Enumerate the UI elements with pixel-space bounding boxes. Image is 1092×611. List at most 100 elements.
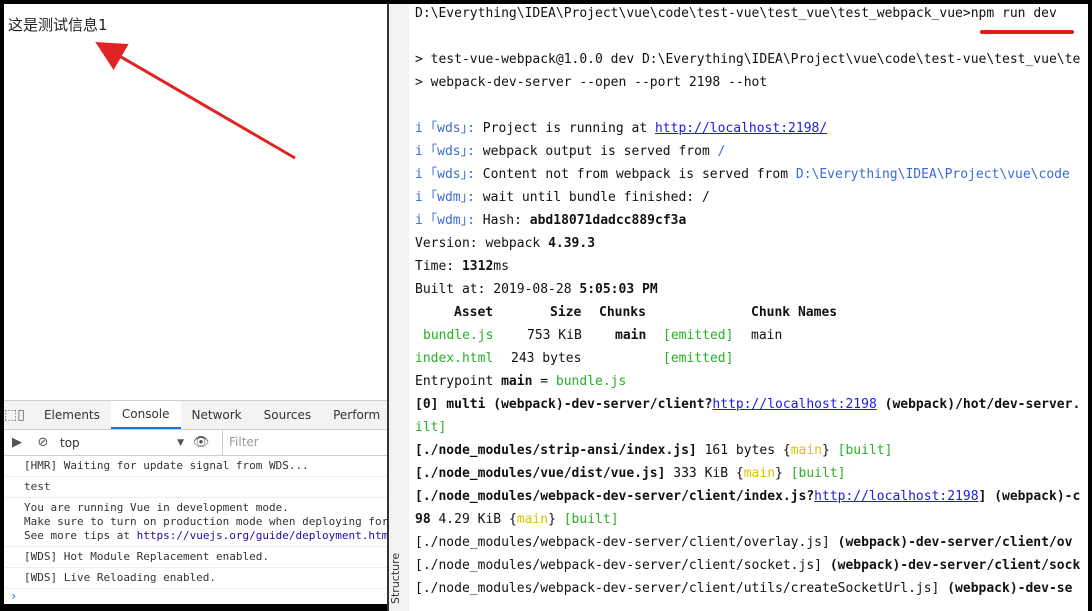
annotation-arrow	[95, 41, 296, 160]
terminal-line: [./node_modules/strip-ansi/index.js] 161…	[415, 442, 892, 459]
terminal-line: i ｢wds｣: Project is running at http://lo…	[415, 120, 827, 137]
terminal-line: [./node_modules/webpack-dev-server/clien…	[415, 580, 1072, 597]
terminal-line: [0] multi (webpack)-dev-server/client?ht…	[415, 396, 1080, 413]
console-message: You are running Vue in development mode.…	[4, 498, 387, 547]
entry-eq: =	[532, 374, 556, 389]
table-header-size: Size	[550, 305, 582, 320]
clear-console-icon[interactable]: ⊘	[30, 435, 56, 450]
module-size: 161 bytes	[696, 443, 783, 458]
log-prefix: i ｢wds｣:	[415, 167, 483, 182]
context-select[interactable]: top ▼	[56, 436, 188, 450]
terminal-line: Time: 1312ms	[415, 258, 509, 275]
log-text: Project is running at	[482, 121, 655, 136]
log-prefix: i ｢wdm｣:	[415, 213, 483, 228]
log-text: Version: webpack	[415, 236, 549, 251]
devtools-tab-bar: ⬚ ▯ Elements Console Network Sources Per…	[4, 401, 387, 430]
tab-network[interactable]: Network	[181, 401, 253, 429]
terminal-line: i ｢wdm｣: wait until bundle finished: /	[415, 189, 710, 206]
eye-icon[interactable]: 👁	[188, 435, 214, 450]
terminal-path: D:\Everything\IDEA\Project\vue\code\test…	[415, 6, 971, 21]
structure-tab[interactable]: Structure	[389, 544, 402, 604]
terminal-line: Built at: 2019-08-28 5:05:03 PM	[415, 281, 658, 298]
terminal-line: 98 4.29 KiB {main} [built]	[415, 511, 619, 528]
build-hash: abd18071dadcc889cf3a	[529, 213, 687, 228]
terminal-line: [./node_modules/webpack-dev-server/clien…	[415, 488, 1080, 505]
table-header-chunks: Chunks	[599, 305, 646, 320]
module-file: [./node_modules/webpack-dev-server/clien…	[415, 558, 830, 573]
log-prefix: i ｢wdm｣:	[415, 190, 483, 205]
window-border	[1088, 0, 1092, 611]
message-line: See more tips at	[24, 529, 137, 542]
console-message: [HMR] Waiting for update signal from WDS…	[4, 456, 387, 477]
table-header-asset: Asset	[454, 305, 494, 320]
terminal-line: > test-vue-webpack@1.0.0 dev D:\Everythi…	[415, 52, 1081, 67]
message-line: You are running Vue in development mode.	[24, 501, 289, 514]
terminal-line: D:\Everything\IDEA\Project\vue\code\test…	[415, 5, 1057, 22]
tab-performance[interactable]: Perform	[322, 401, 387, 429]
module-file: [./node_modules/strip-ansi/index.js]	[415, 443, 697, 458]
log-prefix: i ｢wds｣:	[415, 121, 483, 136]
terminal-line: > webpack-dev-server --open --port 2198 …	[415, 75, 768, 90]
tab-sources[interactable]: Sources	[253, 401, 322, 429]
table-cell-status: [emitted]	[663, 351, 734, 366]
build-time: 1312	[461, 259, 494, 274]
module-text: 98	[415, 512, 431, 527]
module-text: (webpack)-dev-server/client/sock	[829, 558, 1081, 573]
module-size: 333 KiB	[665, 466, 736, 481]
device-toolbar-icon[interactable]: ▯	[17, 401, 25, 429]
log-text: wait until bundle finished: /	[482, 190, 710, 205]
console-message: [WDS] Hot Module Replacement enabled.	[4, 547, 387, 568]
brace: }	[822, 443, 830, 458]
time-unit: ms	[493, 259, 509, 274]
built-time: 5:05:03 PM	[579, 282, 658, 297]
terminal-output: D:\Everything\IDEA\Project\vue\code\test…	[409, 4, 1088, 611]
brace: {	[508, 512, 517, 527]
module-file: [./node_modules/webpack-dev-server/clien…	[415, 489, 815, 504]
built-tag: [built]	[837, 443, 893, 458]
log-text: webpack output is served from	[482, 144, 718, 159]
module-text: (webpack)-dev-se	[947, 581, 1073, 596]
terminal-line: i ｢wds｣: Content not from webpack is ser…	[415, 166, 1070, 183]
module-text: (webpack)/hot/dev-server.	[876, 397, 1081, 412]
annotation-underline	[980, 30, 1074, 34]
sidebar-toggle-icon[interactable]: ▶	[4, 435, 30, 450]
log-text: Entrypoint	[415, 374, 502, 389]
terminal-command: npm run dev	[970, 6, 1057, 21]
terminal-line: [./node_modules/webpack-dev-server/clien…	[415, 534, 1072, 551]
built-tag: [built]	[563, 512, 619, 527]
log-text: Hash:	[482, 213, 530, 228]
module-size: 4.29 KiB	[430, 512, 509, 527]
message-line: Make sure to turn on production mode whe…	[24, 515, 387, 528]
table-cell-name: main	[751, 328, 783, 343]
module-text: (webpack)-dev-server/client/ov	[837, 535, 1073, 550]
terminal-line: Version: webpack 4.39.3	[415, 235, 595, 252]
terminal-line: ilt]	[415, 420, 447, 435]
chunk-name: main	[790, 443, 822, 458]
module-text: (webpack)-c	[994, 489, 1081, 504]
module-file: [./node_modules/webpack-dev-server/clien…	[415, 535, 838, 550]
localhost-link[interactable]: http://localhost:2198/	[655, 121, 827, 136]
structure-tool-strip: Structure	[389, 4, 410, 611]
entry-file: bundle.js	[555, 374, 627, 389]
webpack-version: 4.39.3	[548, 236, 596, 251]
localhost-link[interactable]: http://localhost:2198	[712, 397, 876, 412]
chevron-down-icon: ▼	[177, 437, 184, 448]
table-cell-chunk: main	[615, 328, 647, 343]
localhost-link[interactable]: http://localhost:2198	[814, 489, 978, 504]
console-message: test	[4, 477, 387, 498]
vue-docs-link[interactable]: https://vuejs.org/guide/deployment.htm	[137, 529, 387, 542]
module-file: [./node_modules/vue/dist/vue.js]	[415, 466, 666, 481]
console-prompt[interactable]: ›	[4, 589, 387, 603]
tab-elements[interactable]: Elements	[33, 401, 111, 429]
terminal-line: [./node_modules/vue/dist/vue.js] 333 KiB…	[415, 465, 846, 482]
tab-console[interactable]: Console	[110, 401, 181, 429]
table-header-chunk-names: Chunk Names	[751, 305, 838, 320]
log-prefix: i ｢wds｣:	[415, 144, 483, 159]
inspect-element-icon[interactable]: ⬚	[4, 401, 17, 429]
filter-input[interactable]: Filter	[222, 430, 387, 455]
log-text: Time:	[415, 259, 462, 274]
terminal-line: [./node_modules/webpack-dev-server/clien…	[415, 557, 1080, 574]
table-cell-size: 753 KiB	[527, 328, 582, 343]
brace: }	[775, 466, 783, 481]
chunk-name: main	[516, 512, 549, 527]
